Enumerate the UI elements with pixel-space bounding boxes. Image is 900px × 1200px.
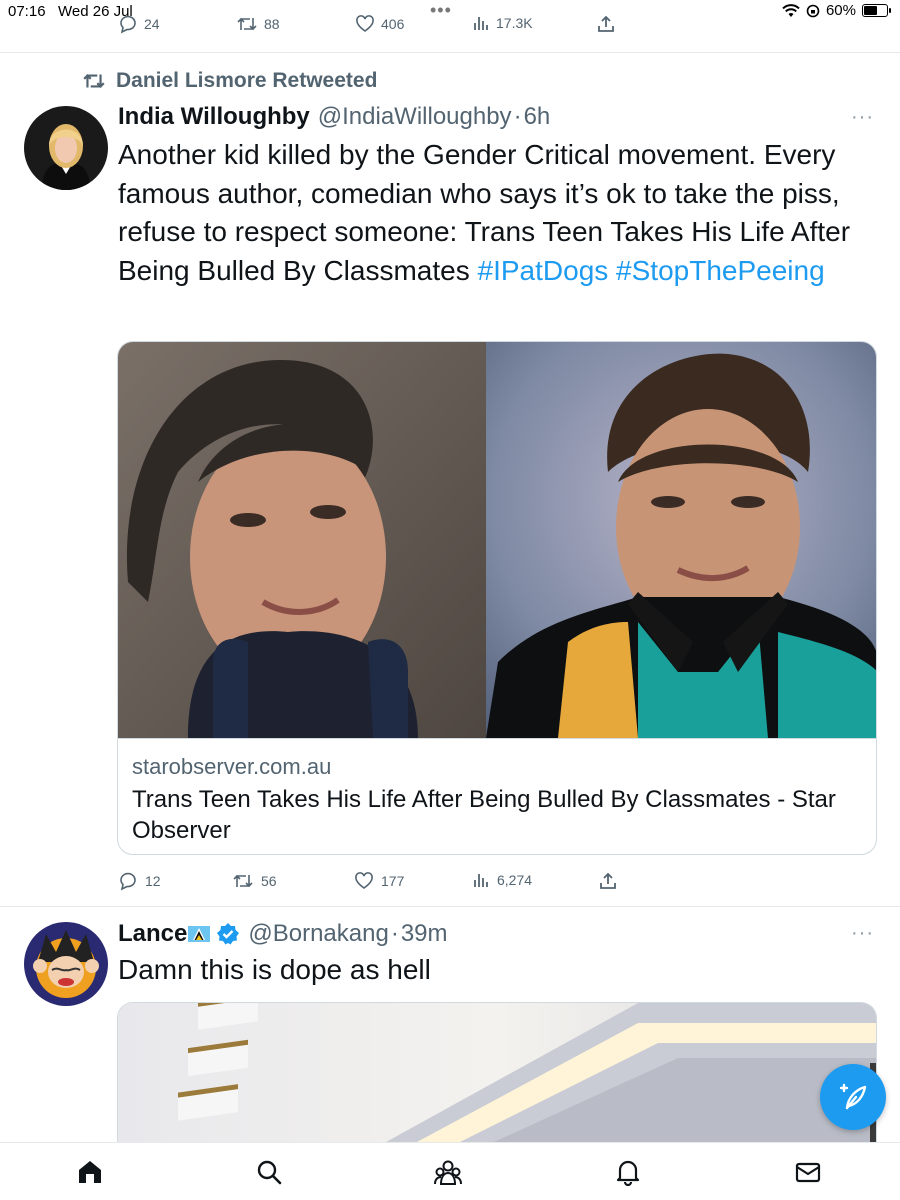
- tweet-header: Lance @Bornakang · 39m: [118, 920, 448, 948]
- retweet-count: 56: [261, 873, 277, 889]
- prev-views-count: 17.3K: [496, 15, 533, 31]
- retweeted-by-label: Daniel Lismore Retweeted: [116, 69, 378, 92]
- prev-like-button[interactable]: 406: [355, 14, 404, 34]
- avatar[interactable]: [24, 106, 108, 190]
- link-card[interactable]: ESHS starobserver.com.au Trans Teen Take…: [117, 341, 877, 855]
- prev-views-button[interactable]: 17.3K: [472, 14, 533, 32]
- author-name[interactable]: India Willoughby: [118, 103, 310, 131]
- views-button[interactable]: 6,274: [472, 871, 532, 889]
- heart-icon: [356, 15, 374, 32]
- prev-share-button[interactable]: [596, 14, 616, 34]
- notifications-icon: [616, 1160, 640, 1186]
- link-card-title: Trans Teen Takes His Life After Being Bu…: [132, 786, 836, 844]
- more-options-icon[interactable]: ···: [851, 922, 874, 945]
- author-name[interactable]: Lance: [118, 920, 187, 948]
- hashtag-link[interactable]: #IPatDogs: [478, 255, 609, 286]
- tweet-text: Damn this is dope as hell: [118, 954, 431, 985]
- search-icon: [257, 1160, 282, 1185]
- prev-reply-count: 24: [144, 16, 160, 32]
- communities-icon: [434, 1160, 462, 1185]
- share-icon: [600, 872, 616, 889]
- avatar[interactable]: [24, 922, 108, 1006]
- views-count: 6,274: [497, 872, 533, 888]
- author-handle[interactable]: @IndiaWilloughby: [318, 103, 512, 131]
- heart-icon: [355, 872, 373, 889]
- views-icon: [474, 874, 488, 887]
- like-count: 177: [381, 873, 405, 889]
- reply-count: 12: [145, 873, 161, 889]
- author-handle[interactable]: @Bornakang: [248, 920, 388, 948]
- tweet-actions: 12 56 177 6,274: [118, 871, 878, 895]
- compose-button[interactable]: [820, 1064, 886, 1130]
- separator: ·: [513, 103, 522, 130]
- tab-search[interactable]: [254, 1157, 284, 1187]
- views-icon: [474, 17, 488, 30]
- tweet-text: Another kid killed by the Gender Critica…: [118, 136, 878, 290]
- tab-messages[interactable]: [793, 1157, 823, 1187]
- flag-icon: [188, 926, 211, 942]
- prev-tweet-actions: 24 88 406 17.3K: [0, 14, 900, 38]
- prev-like-count: 406: [381, 16, 405, 32]
- retweet-context[interactable]: Daniel Lismore Retweeted: [82, 69, 377, 93]
- divider: [0, 906, 900, 907]
- separator: ·: [390, 920, 399, 947]
- compose-icon: [839, 1083, 867, 1110]
- retweet-icon: [233, 874, 253, 888]
- divider: [118, 738, 876, 739]
- verified-badge-icon[interactable]: [216, 922, 240, 946]
- prev-retweet-button[interactable]: 88: [236, 14, 280, 34]
- retweet-icon: [83, 74, 105, 88]
- link-card-image[interactable]: ESHS: [118, 342, 876, 738]
- retweet-button[interactable]: 56: [232, 871, 277, 891]
- more-options-icon[interactable]: ···: [851, 106, 874, 129]
- reply-button[interactable]: 12: [118, 871, 161, 891]
- reply-icon: [120, 872, 136, 891]
- tab-notifications[interactable]: [613, 1157, 643, 1187]
- messages-icon: [795, 1162, 821, 1183]
- tweet-time[interactable]: 6h: [524, 103, 551, 131]
- prev-reply-button[interactable]: 24: [118, 14, 160, 34]
- tab-communities[interactable]: [433, 1157, 463, 1187]
- retweet-icon: [237, 17, 257, 31]
- prev-retweet-count: 88: [264, 16, 280, 32]
- tweet-media[interactable]: [117, 1002, 877, 1162]
- tab-home[interactable]: [75, 1157, 105, 1187]
- like-button[interactable]: 177: [354, 871, 404, 891]
- link-card-domain: starobserver.com.au: [132, 754, 332, 779]
- share-button[interactable]: [598, 871, 618, 891]
- home-icon: [79, 1161, 101, 1183]
- bottom-tab-bar: [0, 1142, 900, 1200]
- hashtag-link[interactable]: #StopThePeeing: [616, 255, 825, 286]
- divider: [0, 52, 900, 53]
- share-icon: [598, 15, 614, 32]
- reply-icon: [120, 15, 136, 34]
- tweet-header: India Willoughby @IndiaWilloughby · 6h: [118, 103, 550, 131]
- tweet-time[interactable]: 39m: [401, 920, 448, 948]
